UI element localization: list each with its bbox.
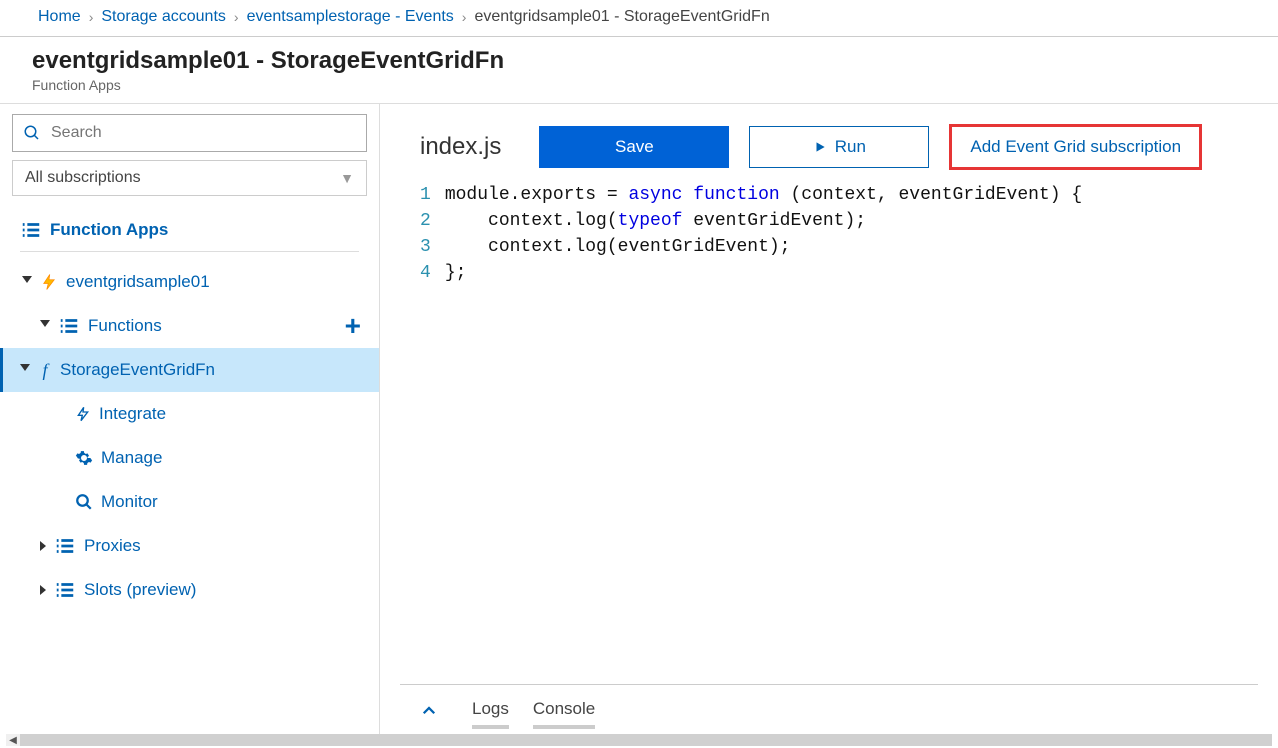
sidebar: All subscriptions ▼ Function Apps eventg… — [0, 104, 380, 743]
list-icon — [54, 579, 76, 601]
run-label: Run — [835, 137, 866, 157]
sidebar-item-label: Function Apps — [50, 220, 347, 240]
breadcrumb-home[interactable]: Home — [38, 8, 81, 26]
breadcrumb-sep-icon: › — [89, 9, 94, 25]
add-event-grid-subscription-link[interactable]: Add Event Grid subscription — [970, 137, 1181, 157]
file-name: index.js — [420, 133, 501, 161]
breadcrumb-current: eventgridsample01 - StorageEventGridFn — [474, 8, 769, 26]
tab-console[interactable]: Console — [533, 699, 595, 729]
sidebar-item-proxies[interactable]: Proxies — [0, 524, 379, 568]
search-icon — [75, 493, 93, 511]
line-gutter: 1 2 3 4 — [420, 182, 445, 684]
search-box[interactable] — [12, 114, 367, 152]
breadcrumb-sep-icon: › — [462, 9, 467, 25]
code-body[interactable]: module.exports = async function (context… — [445, 182, 1082, 684]
caret-right-icon — [40, 541, 46, 551]
toolbar: index.js Save Run Add Event Grid subscri… — [380, 124, 1278, 182]
gear-icon — [75, 449, 93, 467]
sidebar-item-function-apps[interactable]: Function Apps — [20, 208, 359, 252]
sidebar-tree: Function Apps eventgridsample01 Function… — [0, 202, 379, 743]
sidebar-item-label: Monitor — [101, 492, 367, 512]
code-editor[interactable]: 1 2 3 4 module.exports = async function … — [380, 182, 1278, 684]
list-icon — [20, 219, 42, 241]
tab-logs[interactable]: Logs — [472, 699, 509, 729]
breadcrumb-events[interactable]: eventsamplestorage - Events — [247, 8, 454, 26]
main-panel: index.js Save Run Add Event Grid subscri… — [380, 104, 1278, 743]
sidebar-item-monitor[interactable]: Monitor — [0, 480, 379, 524]
add-event-grid-subscription-highlight: Add Event Grid subscription — [949, 124, 1202, 170]
caret-down-icon — [22, 276, 32, 288]
breadcrumb: Home › Storage accounts › eventsamplesto… — [0, 0, 1278, 37]
search-input[interactable] — [51, 124, 356, 142]
chevron-up-icon[interactable] — [420, 702, 438, 726]
sidebar-item-slots[interactable]: Slots (preview) — [0, 568, 379, 612]
sidebar-item-functions[interactable]: Functions + — [0, 304, 379, 348]
sidebar-item-label: Functions — [88, 316, 337, 336]
sidebar-item-integrate[interactable]: Integrate — [0, 392, 379, 436]
scroll-left-icon[interactable]: ◀ — [6, 735, 20, 746]
sidebar-item-label: Slots (preview) — [84, 580, 367, 600]
scrollbar-track[interactable] — [20, 734, 1272, 746]
search-icon — [23, 124, 41, 142]
line-number: 2 — [420, 208, 431, 234]
caret-down-icon — [20, 364, 30, 376]
sidebar-item-label: eventgridsample01 — [66, 272, 367, 292]
page-title: eventgridsample01 - StorageEventGridFn — [32, 47, 1266, 75]
caret-right-icon — [40, 585, 46, 595]
chevron-down-icon: ▼ — [340, 170, 354, 186]
page-subtitle: Function Apps — [32, 77, 1266, 93]
sidebar-item-app[interactable]: eventgridsample01 — [0, 260, 379, 304]
sidebar-item-label: Integrate — [99, 404, 367, 424]
line-number: 1 — [420, 182, 431, 208]
plus-icon[interactable]: + — [345, 310, 361, 342]
sidebar-item-manage[interactable]: Manage — [0, 436, 379, 480]
scrollbar-thumb[interactable] — [20, 734, 1272, 746]
sidebar-item-label: StorageEventGridFn — [60, 360, 367, 380]
title-bar: eventgridsample01 - StorageEventGridFn F… — [0, 37, 1278, 103]
sidebar-item-label: Manage — [101, 448, 367, 468]
line-number: 4 — [420, 260, 431, 286]
lightning-icon — [75, 406, 91, 422]
horizontal-scrollbar[interactable]: ◀ — [6, 734, 1272, 746]
list-icon — [54, 535, 76, 557]
subscriptions-dropdown[interactable]: All subscriptions ▼ — [12, 160, 367, 196]
sidebar-item-storageeventgridfn[interactable]: f StorageEventGridFn — [0, 348, 379, 392]
save-button[interactable]: Save — [539, 126, 729, 168]
function-f-icon: f — [38, 360, 52, 381]
caret-down-icon — [40, 320, 50, 332]
subscriptions-label: All subscriptions — [25, 169, 141, 187]
breadcrumb-sep-icon: › — [234, 9, 239, 25]
breadcrumb-storage-accounts[interactable]: Storage accounts — [101, 8, 226, 26]
list-icon — [58, 315, 80, 337]
run-button[interactable]: Run — [749, 126, 929, 168]
sidebar-item-label: Proxies — [84, 536, 367, 556]
lightning-icon — [40, 273, 58, 291]
line-number: 3 — [420, 234, 431, 260]
play-icon — [813, 140, 827, 154]
